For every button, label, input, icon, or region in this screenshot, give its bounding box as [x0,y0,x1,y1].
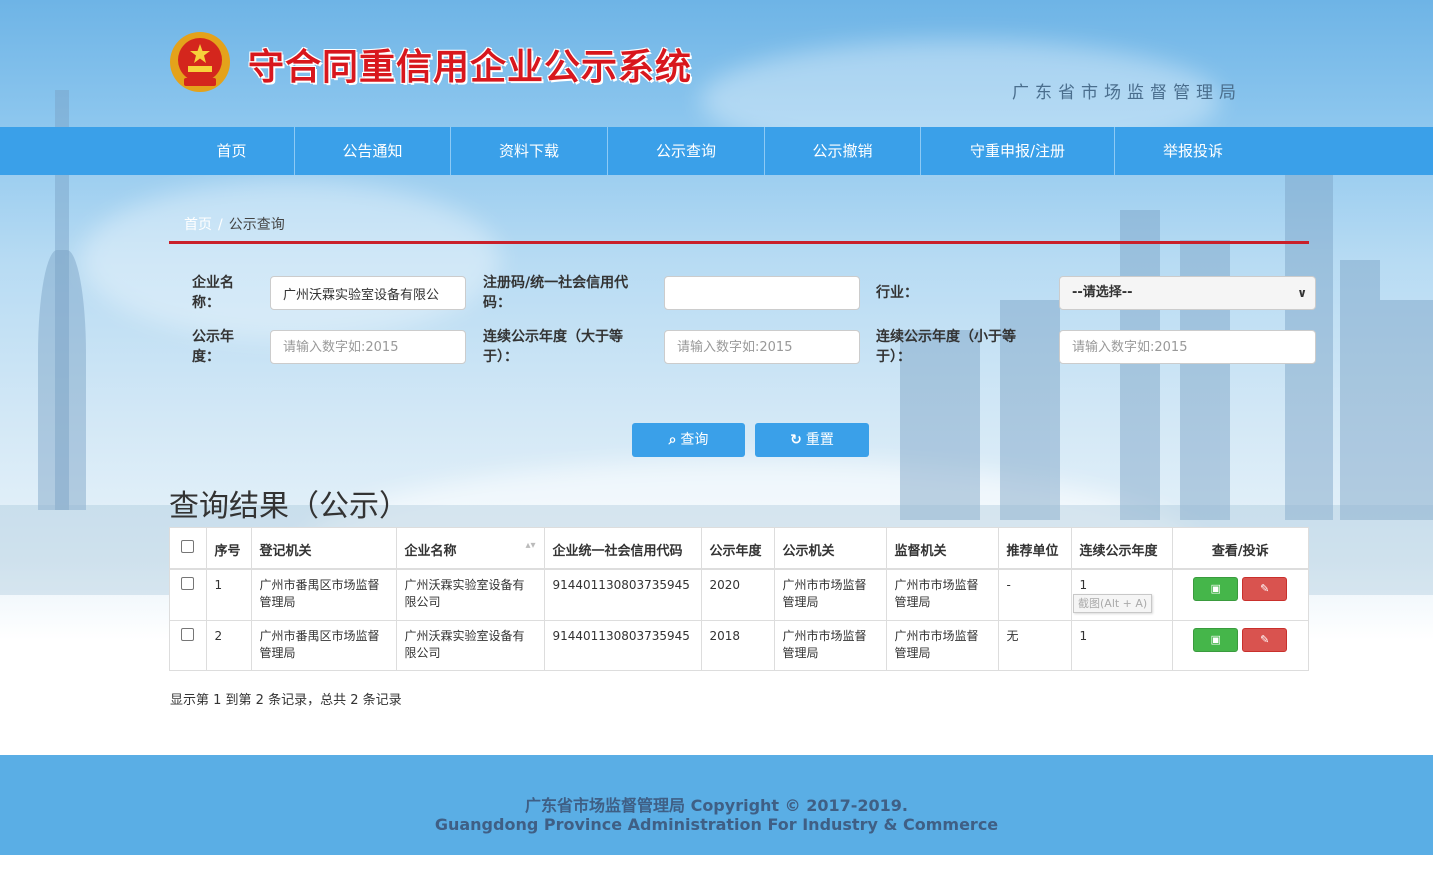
title-divider [169,241,1309,244]
consec-lt-input[interactable] [1059,330,1316,364]
row-select-cell [170,569,206,621]
sort-icon: ▴▾ [525,540,536,551]
site-title: 守合同重信用企业公示系统 [248,47,693,88]
search-button[interactable]: ⌕ 查询 [632,423,745,457]
refresh-icon: ↻ [790,432,802,448]
col-header-publish-authority: 公示机关 [773,528,886,570]
year-label: 公示年 度： [192,329,234,365]
col-header-no: 序号 [205,528,251,570]
col-header-recommender: 推荐单位 [997,528,1071,570]
site-subtitle: 广东省市场监督管理局 [1012,83,1242,103]
cell-reg-authority: 广州市番禺区市场监督管理局 [250,569,396,621]
consec-gt-input[interactable] [664,330,860,364]
view-button[interactable]: ▣ [1193,627,1239,652]
nav-item-complaint[interactable]: 举报投诉 [1115,127,1271,175]
reg-code-input[interactable] [664,276,860,310]
cell-credit-code: 914401130803735945 [543,620,701,671]
chevron-down-icon: ∨ [1297,286,1307,300]
results-title: 查询结果（公示） [169,489,409,524]
complain-button[interactable]: ✎ [1242,577,1288,601]
cell-company: 广州沃霖实验室设备有限公司 [395,569,544,621]
footer-copyright: 广东省市场监督管理局 Copyright © 2017-2019. [525,796,908,815]
complain-button[interactable]: ✎ [1242,627,1288,652]
edit-icon: ✎ [1260,582,1270,595]
industry-selected-value: --请选择-- [1072,285,1133,300]
footer-org-english: Guangdong Province Administration For In… [434,815,999,834]
breadcrumb: 首页 / 公示查询 [184,214,285,234]
table-header-row: 序号 登记机关 企业名称 ▴▾ 企业统一社会信用代码 公示年度 公示机关 监督机关… [170,528,1308,570]
view-button[interactable]: ▣ [1193,577,1239,601]
cell-actions: ▣ ✎ [1171,569,1308,621]
select-all-checkbox[interactable] [181,540,195,553]
col-header-consecutive: 连续公示年度 [1070,528,1172,570]
cell-recommender: 无 [997,620,1071,671]
cell-reg-authority: 广州市番禺区市场监督管理局 [250,620,396,671]
row-checkbox[interactable] [181,577,195,590]
cell-no: 1 [205,569,251,621]
company-name-input[interactable] [270,276,466,310]
national-emblem-logo [168,30,232,94]
cell-recommender: - [997,569,1071,621]
table-row: 2 广州市番禺区市场监督管理局 广州沃霖实验室设备有限公司 9144011308… [170,620,1308,671]
col-header-credit-code: 企业统一社会信用代码 [543,528,701,570]
company-name-label: 企业名 称： [192,275,234,311]
pagination-info: 显示第 1 到第 2 条记录，总共 2 条记录 [170,693,402,708]
col-header-supervise-authority: 监督机关 [885,528,998,570]
cell-actions: ▣ ✎ [1171,620,1308,671]
nav-item-notices[interactable]: 公告通知 [295,127,451,175]
cell-consecutive: 1 [1070,620,1172,671]
search-icon: ⌕ [668,432,677,448]
screenshot-tooltip: 截图(Alt + A) [1073,594,1153,613]
col-header-actions: 查看/投诉 [1171,528,1308,570]
consec-gt-label: 连续公示年度（大于等 于）： [483,329,623,365]
cell-supervise-authority: 广州市市场监督管理局 [885,569,998,621]
row-select-cell [170,620,206,671]
cell-no: 2 [205,620,251,671]
cell-company: 广州沃霖实验室设备有限公司 [395,620,544,671]
year-input[interactable] [270,330,466,364]
cell-supervise-authority: 广州市市场监督管理局 [885,620,998,671]
row-checkbox[interactable] [181,627,195,641]
breadcrumb-home[interactable]: 首页 [184,217,212,233]
col-header-reg-authority: 登记机关 [250,528,396,570]
nav-item-revoke[interactable]: 公示撤销 [765,127,921,175]
main-nav: 首页 公告通知 资料下载 公示查询 公示撤销 守重申报/注册 举报投诉 [0,127,1433,175]
industry-label: 行业： [876,285,918,301]
view-icon: ▣ [1210,582,1221,595]
nav-item-downloads[interactable]: 资料下载 [451,127,608,175]
nav-item-public-query[interactable]: 公示查询 [608,127,765,175]
industry-select[interactable]: --请选择-- ∨ [1059,276,1316,310]
view-icon: ▣ [1210,632,1221,646]
cell-credit-code: 91440113080373594​5 [543,569,701,621]
col-header-company[interactable]: 企业名称 ▴▾ [395,528,544,570]
cell-publish-authority: 广州市市场监督管理局 [773,569,886,621]
reset-button[interactable]: ↻ 重置 [755,423,869,457]
reg-code-label: 注册码/统一社会信用代 码： [483,275,629,311]
cell-publish-authority: 广州市市场监督管理局 [773,620,886,671]
edit-icon: ✎ [1260,632,1270,646]
nav-item-apply-register[interactable]: 守重申报/注册 [921,127,1115,175]
nav-item-home[interactable]: 首页 [169,127,295,175]
cell-year: 2020 [700,569,774,621]
breadcrumb-current: 公示查询 [228,217,285,233]
consec-lt-label: 连续公示年度（小于等 于）： [876,329,1016,365]
breadcrumb-separator: / [218,217,223,233]
select-all-cell [170,528,206,570]
col-header-year: 公示年度 [700,528,774,570]
cell-year: 2018 [700,620,774,671]
footer: 广东省市场监督管理局 Copyright © 2017-2019. Guangd… [0,755,1433,855]
